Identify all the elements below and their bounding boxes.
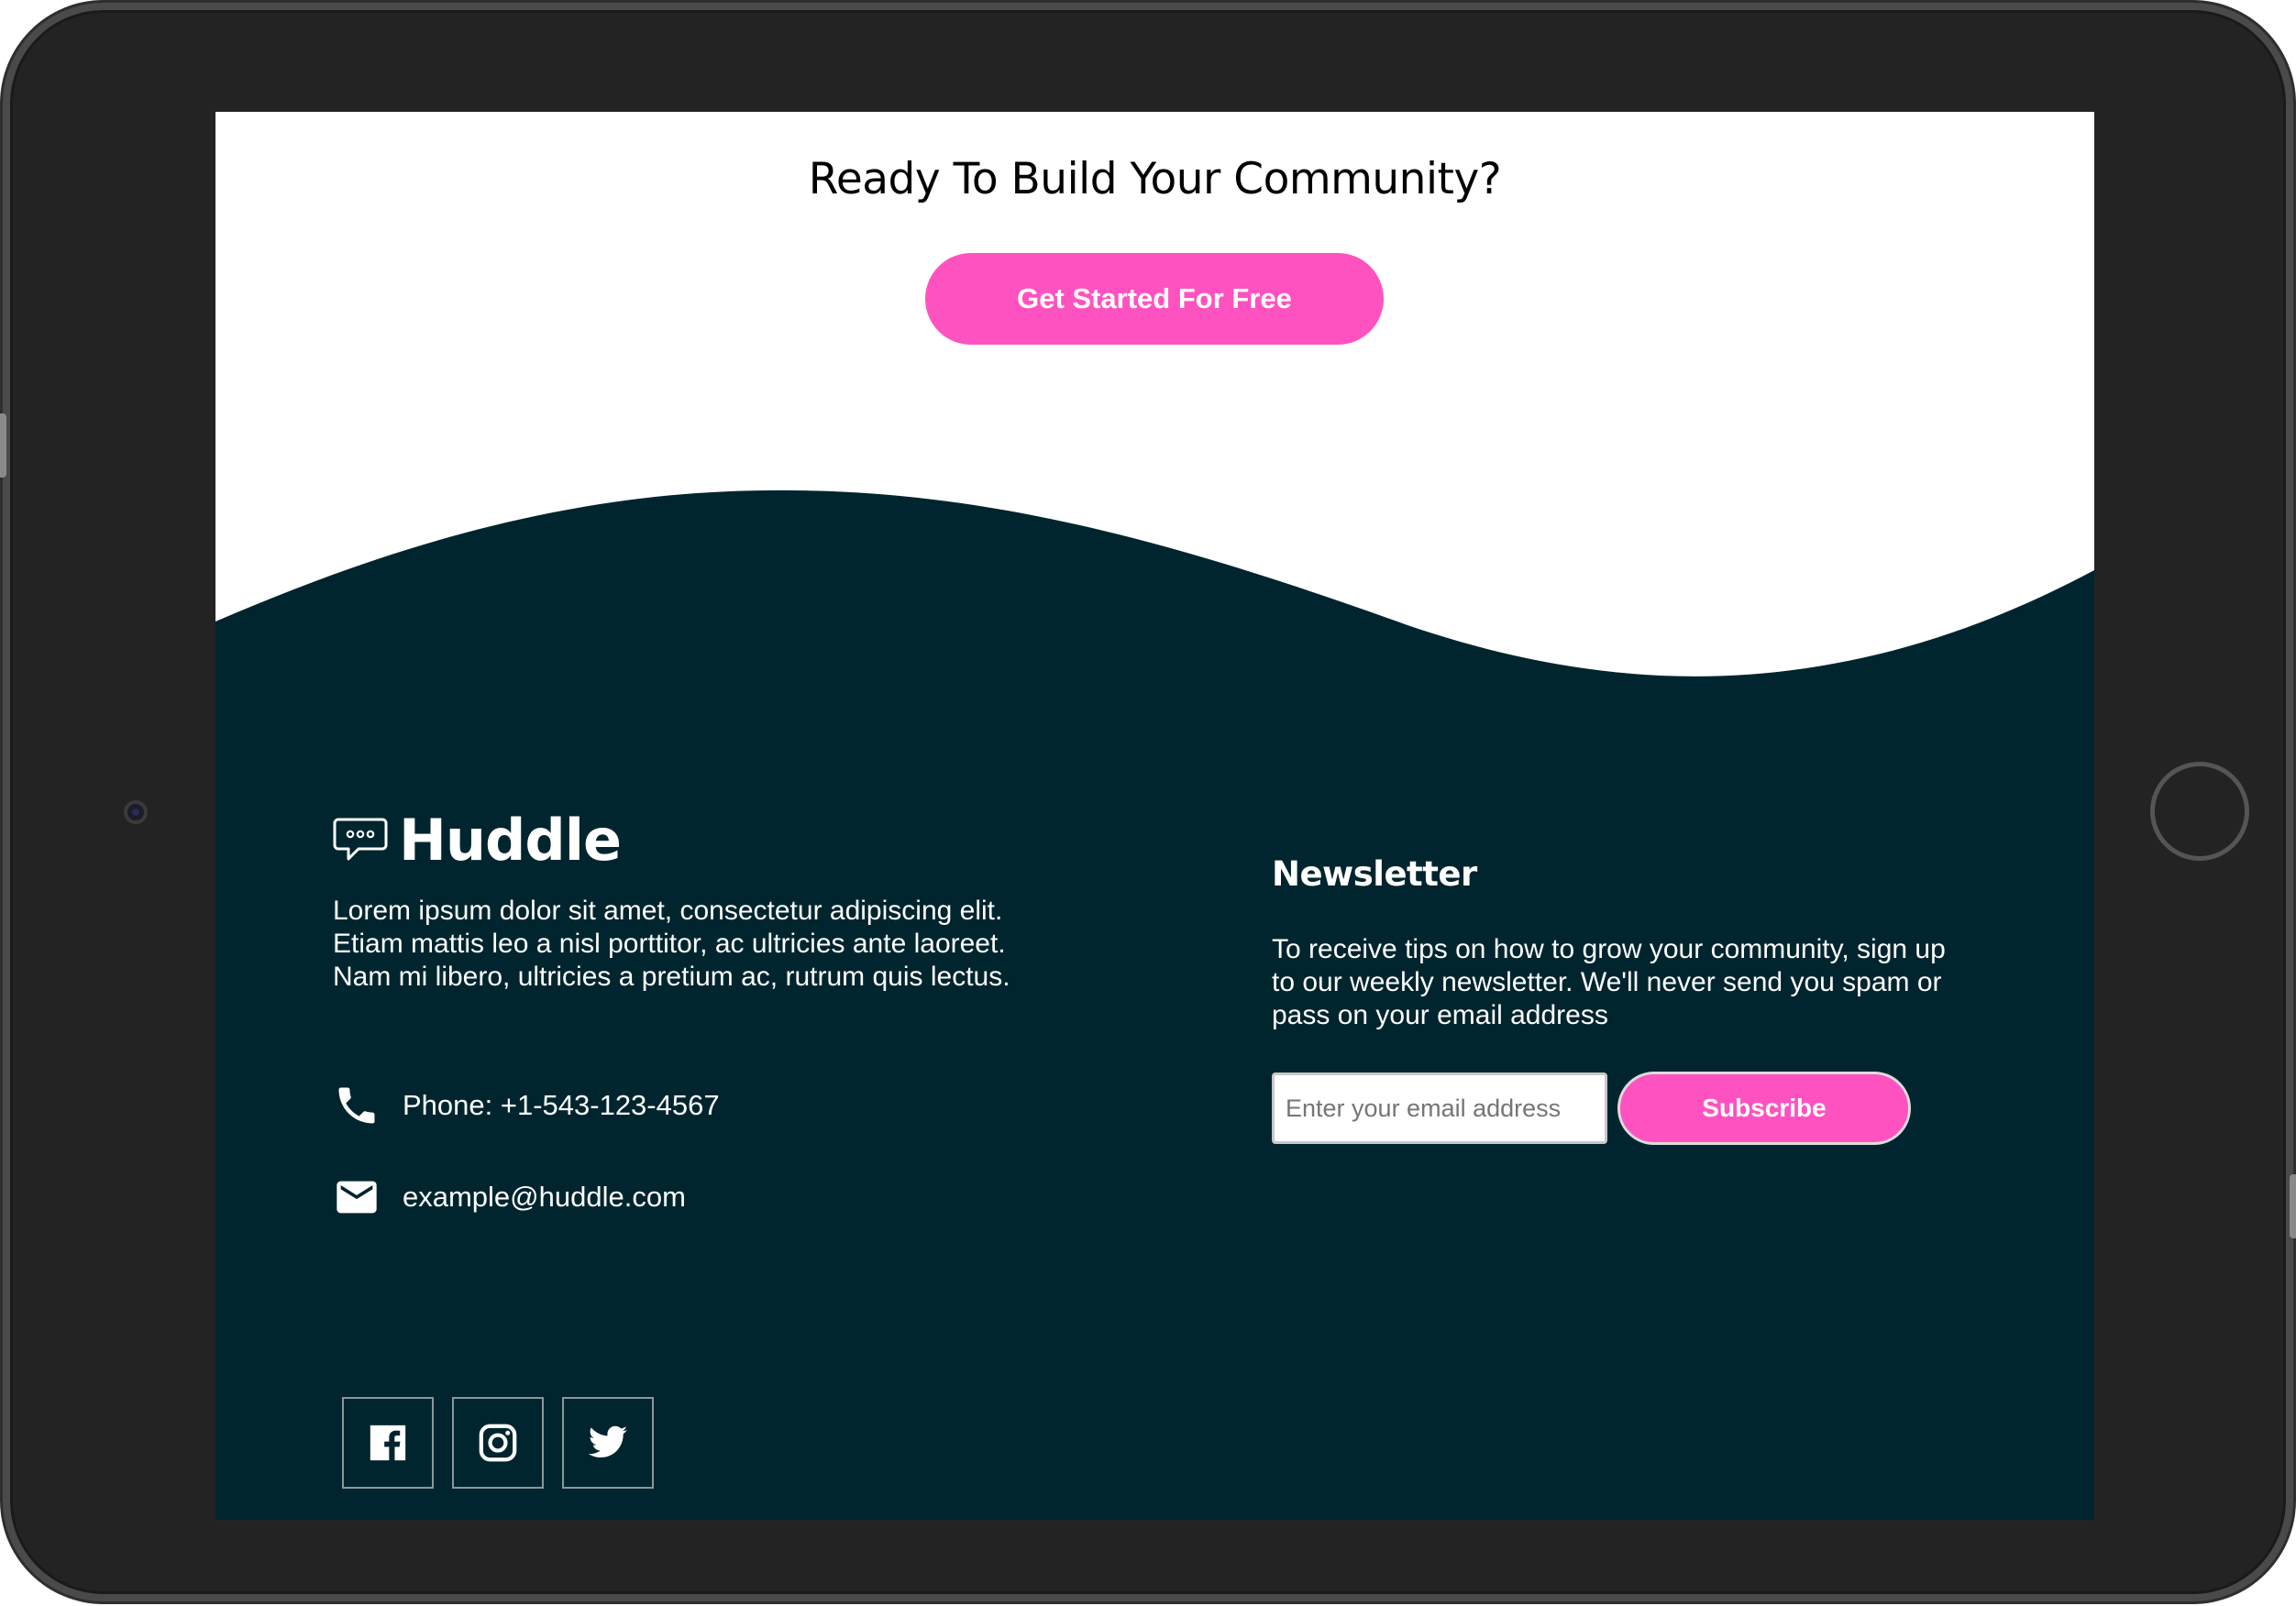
email-contact: example@huddle.com (333, 1173, 686, 1221)
phone-contact: Phone: +1-543-123-4567 (333, 1082, 720, 1129)
email-address[interactable]: example@huddle.com (403, 1181, 686, 1214)
about-text: Lorem ipsum dolor sit amet, consectetur … (333, 896, 1010, 992)
phone-icon (338, 1087, 375, 1124)
brand-logo[interactable]: Huddle (333, 807, 622, 874)
instagram-icon (479, 1424, 517, 1462)
brand-name: Huddle (399, 807, 622, 874)
volume-button (0, 413, 6, 478)
front-camera (124, 800, 148, 824)
subscribe-button[interactable]: Subscribe (1617, 1072, 1911, 1145)
home-button[interactable] (2150, 762, 2249, 861)
mail-icon (337, 1181, 377, 1214)
power-button (2290, 1174, 2296, 1238)
twitter-icon (588, 1425, 628, 1458)
instagram-link[interactable] (452, 1397, 544, 1489)
footer: Huddle Lorem ipsum dolor sit amet, conse… (215, 112, 2094, 1520)
facebook-icon (370, 1424, 406, 1461)
tablet-frame: Ready To Build Your Community? Get Start… (0, 3, 2296, 1601)
phone-number: Phone: +1-543-123-4567 (403, 1089, 720, 1121)
chat-bubble-icon (333, 818, 388, 860)
twitter-link[interactable] (562, 1397, 654, 1489)
newsletter-description: To receive tips on how to grow your comm… (1272, 934, 1946, 1030)
screen: Ready To Build Your Community? Get Start… (215, 112, 2094, 1520)
newsletter-heading: Newsletter (1272, 854, 1477, 894)
newsletter-email-input[interactable] (1272, 1072, 1607, 1144)
facebook-link[interactable] (342, 1397, 434, 1489)
